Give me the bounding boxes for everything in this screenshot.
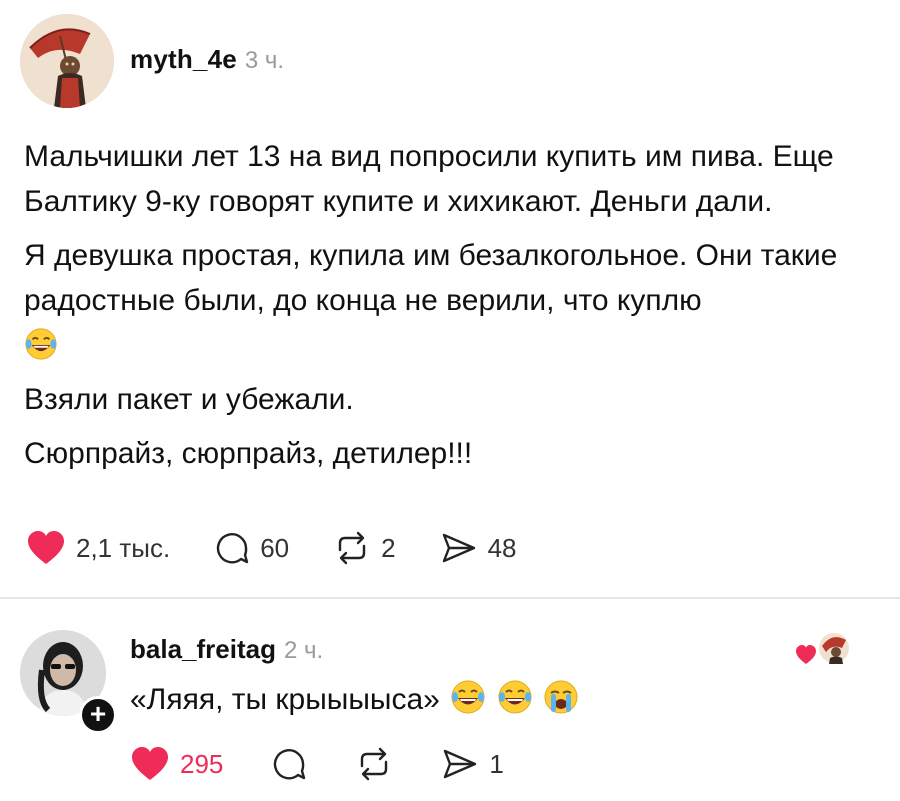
comment-button[interactable]: 60 <box>214 530 289 566</box>
reply-share-count: 1 <box>489 748 504 779</box>
repost-count: 2 <box>381 532 396 563</box>
post-text: Мальчишки лет 13 на вид попросили купить… <box>24 134 884 485</box>
laughing-tears-emoji <box>25 328 57 360</box>
post-paragraph: Сюрпрайз, сюрпрайз, детилер!!! <box>24 437 473 470</box>
follow-plus-button[interactable]: + <box>79 696 117 734</box>
like-count: 2,1 тыс. <box>76 532 171 563</box>
post-actions: 2,1 тыс. 60 2 48 <box>26 530 561 566</box>
post-paragraph: Я девушка простая, купила им безалкоголь… <box>24 233 884 368</box>
username[interactable]: myth_4e <box>130 44 237 75</box>
avatar-illustration <box>20 14 114 108</box>
crying-emoji <box>544 680 578 714</box>
repost-icon <box>361 747 388 781</box>
heart-icon <box>132 747 168 780</box>
plus-icon: + <box>89 698 107 729</box>
reply-like-count: 295 <box>180 748 224 779</box>
laughing-tears-emoji <box>451 680 485 714</box>
reply-share-button[interactable]: 1 <box>441 746 504 782</box>
reply-repost-button[interactable] <box>355 746 393 782</box>
post: myth_4e 3 ч. Мальчишки лет 13 на вид поп… <box>0 0 900 597</box>
reply: + bala_freitag 2 ч. «Ляяя, ты крыыыыса» <box>0 600 900 801</box>
share-count: 48 <box>487 532 517 563</box>
timestamp: 3 ч. <box>244 47 285 74</box>
comment-icon <box>274 749 306 780</box>
divider <box>0 597 900 599</box>
post-paragraph: Мальчишки лет 13 на вид попросили купить… <box>24 140 834 218</box>
post-header: myth_4e 3 ч. <box>130 44 284 75</box>
reply-text: «Ляяя, ты крыыыыса» <box>130 679 579 720</box>
share-icon <box>444 749 477 779</box>
repost-icon <box>338 531 366 565</box>
reply-actions: 295 1 <box>130 746 552 782</box>
share-icon <box>442 533 475 563</box>
post-paragraph: Взяли пакет и убежали. <box>24 383 354 416</box>
author-liked-indicator <box>796 628 852 668</box>
repost-button[interactable]: 2 <box>333 530 396 566</box>
heart-icon <box>28 531 64 564</box>
post-paragraph-text: Я девушка простая, купила им безалкоголь… <box>24 239 838 317</box>
reply-header: bala_freitag 2 ч. <box>130 634 323 665</box>
comment-icon <box>217 533 249 564</box>
share-button[interactable]: 48 <box>440 530 517 566</box>
reply-timestamp: 2 ч. <box>283 637 324 664</box>
avatar[interactable] <box>20 14 114 108</box>
reply-comment-button[interactable] <box>271 746 307 782</box>
comment-count: 60 <box>260 532 290 563</box>
laughing-tears-emoji <box>498 680 532 714</box>
author-liked-icon <box>796 631 851 665</box>
reply-like-button[interactable]: 295 <box>130 746 223 782</box>
reply-text-content: «Ляяя, ты крыыыыса» <box>130 683 440 716</box>
like-button[interactable]: 2,1 тыс. <box>26 530 170 566</box>
reply-username[interactable]: bala_freitag <box>130 634 276 665</box>
